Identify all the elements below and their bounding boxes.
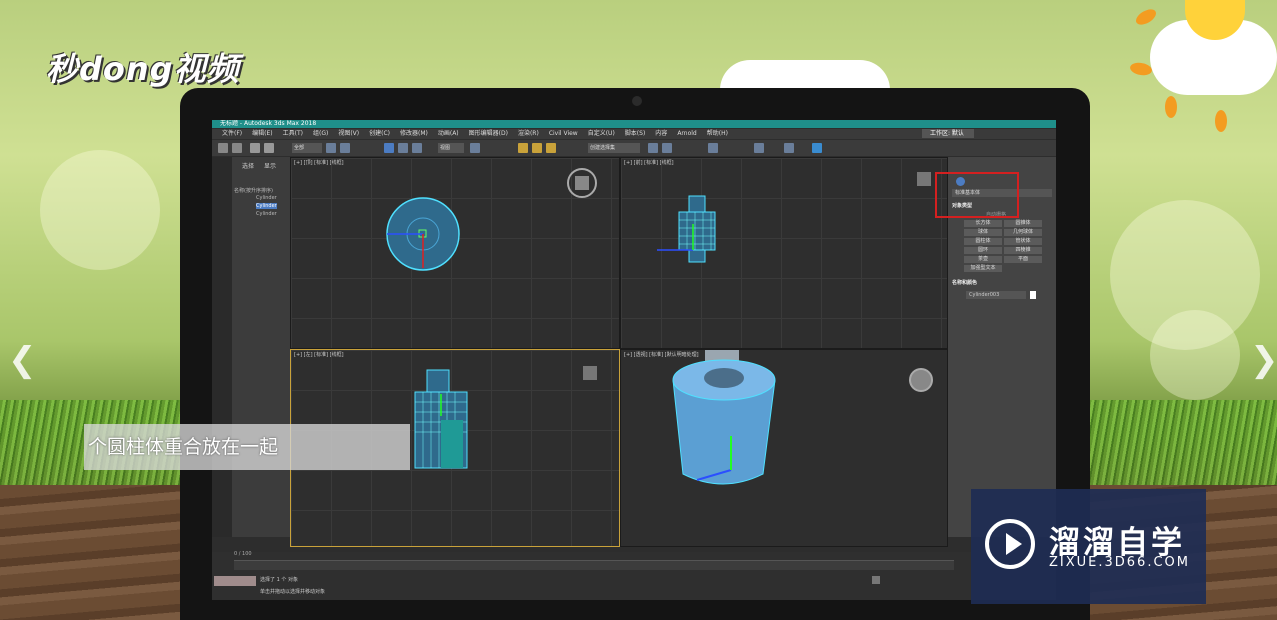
- viewcube-icon[interactable]: [583, 366, 597, 380]
- material-editor-icon[interactable]: [754, 143, 764, 153]
- ref-coord-select[interactable]: 视图: [438, 143, 464, 153]
- menu-customize[interactable]: 自定义(U): [588, 130, 615, 137]
- menu-graph-editors[interactable]: 图形编辑器(D): [469, 130, 508, 137]
- frame-counter[interactable]: 0 / 100: [234, 551, 252, 557]
- menu-group[interactable]: 组(G): [313, 130, 328, 137]
- play-triangle-icon: [1006, 533, 1022, 555]
- select-move-icon[interactable]: [384, 143, 394, 153]
- list-item[interactable]: Cylinder: [256, 211, 277, 217]
- cone-button[interactable]: 圆锥体: [1004, 220, 1042, 227]
- scene-explorer: 选择 显示 名称(按升序排序) Cylinder Cylinder Cylind…: [232, 157, 290, 537]
- pivot-icon[interactable]: [470, 143, 480, 153]
- angle-snap-icon[interactable]: [532, 143, 542, 153]
- cylinder-front-view: [657, 195, 716, 263]
- brand-logo: 秒dong视频: [46, 50, 240, 88]
- cylinder-button[interactable]: 圆柱体: [964, 238, 1002, 245]
- left-tool-strip: [212, 157, 232, 537]
- sun-ray: [1129, 61, 1153, 77]
- list-item[interactable]: Cylinder: [256, 195, 277, 201]
- layer-icon[interactable]: [708, 143, 718, 153]
- torus-button[interactable]: 圆环: [964, 247, 1002, 254]
- redo-icon[interactable]: [232, 143, 242, 153]
- viewport-front[interactable]: [+] [前] [标准] [线框]: [620, 157, 948, 349]
- viewcube-icon[interactable]: [917, 172, 931, 186]
- explorer-header[interactable]: 名称(按升序排序): [234, 187, 273, 194]
- geosphere-button[interactable]: 几何球体: [1004, 229, 1042, 236]
- cylinder-perspective: [672, 350, 776, 485]
- time-slider[interactable]: [234, 560, 954, 570]
- render-setup-icon[interactable]: [784, 143, 794, 153]
- text-plus-button[interactable]: 加强型文本: [964, 265, 1002, 272]
- play-button[interactable]: [872, 576, 880, 584]
- align-icon[interactable]: [662, 143, 672, 153]
- menu-edit[interactable]: 编辑(E): [252, 130, 272, 137]
- status-selection: 选择了 1 个 对象: [260, 577, 298, 583]
- menu-rendering[interactable]: 渲染(R): [518, 130, 539, 137]
- prev-arrow-icon[interactable]: ❮: [8, 340, 37, 380]
- menu-civil-view[interactable]: Civil View: [549, 130, 578, 137]
- link-icon[interactable]: [250, 143, 260, 153]
- rollout-name-color[interactable]: 名称和颜色: [952, 279, 977, 286]
- viewport-perspective[interactable]: [+] [透视] [标准] [默认明暗处理]: [620, 349, 948, 547]
- undo-icon[interactable]: [218, 143, 228, 153]
- bokeh-light: [1150, 310, 1240, 400]
- highlight-box: [935, 172, 1019, 218]
- render-icon[interactable]: [812, 143, 822, 153]
- select-region-icon[interactable]: [340, 143, 350, 153]
- webcam-icon: [632, 96, 642, 106]
- object-color-swatch[interactable]: [1030, 291, 1036, 299]
- unlink-icon[interactable]: [264, 143, 274, 153]
- maxscript-listener[interactable]: [214, 576, 256, 586]
- tube-button[interactable]: 管状体: [1004, 238, 1042, 245]
- plane-button[interactable]: 平面: [1004, 256, 1042, 263]
- menu-arnold[interactable]: Arnold: [677, 130, 696, 137]
- window-title: 无标题 - Autodesk 3ds Max 2018: [212, 120, 1056, 128]
- watermark-logo: 溜溜自学 ZIXUE.3D66.COM: [971, 489, 1206, 604]
- menu-create[interactable]: 创建(C): [369, 130, 390, 137]
- bokeh-light: [40, 150, 160, 270]
- mirror-icon[interactable]: [648, 143, 658, 153]
- select-scale-icon[interactable]: [412, 143, 422, 153]
- sphere-button[interactable]: 球体: [964, 229, 1002, 236]
- selection-filter-select[interactable]: 全部: [292, 143, 322, 153]
- menu-tools[interactable]: 工具(T): [283, 130, 303, 137]
- menu-modifiers[interactable]: 修改器(M): [400, 130, 428, 137]
- sun-ray: [1215, 110, 1227, 132]
- viewcube-icon[interactable]: [909, 368, 933, 392]
- percent-snap-icon[interactable]: [546, 143, 556, 153]
- box-button[interactable]: 长方体: [964, 220, 1002, 227]
- menu-help[interactable]: 帮助(H): [707, 130, 728, 137]
- subtitle-caption: 个圆柱体重合放在一起: [84, 424, 410, 470]
- tab-select[interactable]: 选择: [242, 161, 254, 170]
- teapot-button[interactable]: 茶壶: [964, 256, 1002, 263]
- workspace-select[interactable]: 工作区: 默认: [922, 129, 974, 138]
- sun-ray: [1133, 6, 1159, 28]
- object-name-input[interactable]: Cylinder003: [966, 291, 1026, 299]
- menu-animation[interactable]: 动画(A): [438, 130, 459, 137]
- menu-scripting[interactable]: 脚本(S): [625, 130, 646, 137]
- menu-file[interactable]: 文件(F): [222, 130, 242, 137]
- snap-icon[interactable]: [518, 143, 528, 153]
- menu-views[interactable]: 视图(V): [338, 130, 359, 137]
- app-window: 无标题 - Autodesk 3ds Max 2018 文件(F) 编辑(E) 工具…: [212, 120, 1056, 600]
- list-item[interactable]: Cylinder: [256, 203, 277, 209]
- sun-ray: [1165, 96, 1177, 118]
- viewcube-icon[interactable]: [565, 166, 599, 200]
- named-selection-select[interactable]: 创建选择集: [588, 143, 640, 153]
- status-hint: 单击并拖动以选择并移动对象: [260, 589, 326, 595]
- select-rotate-icon[interactable]: [398, 143, 408, 153]
- menu-content[interactable]: 内容: [655, 130, 667, 137]
- pyramid-button[interactable]: 四棱锥: [1004, 247, 1042, 254]
- tab-display[interactable]: 显示: [264, 161, 276, 170]
- viewport-top[interactable]: [+] [顶] [标准] [线框]: [290, 157, 620, 349]
- next-arrow-icon[interactable]: ❯: [1250, 340, 1277, 380]
- watermark-url: ZIXUE.3D66.COM: [1049, 555, 1190, 570]
- select-object-icon[interactable]: [326, 143, 336, 153]
